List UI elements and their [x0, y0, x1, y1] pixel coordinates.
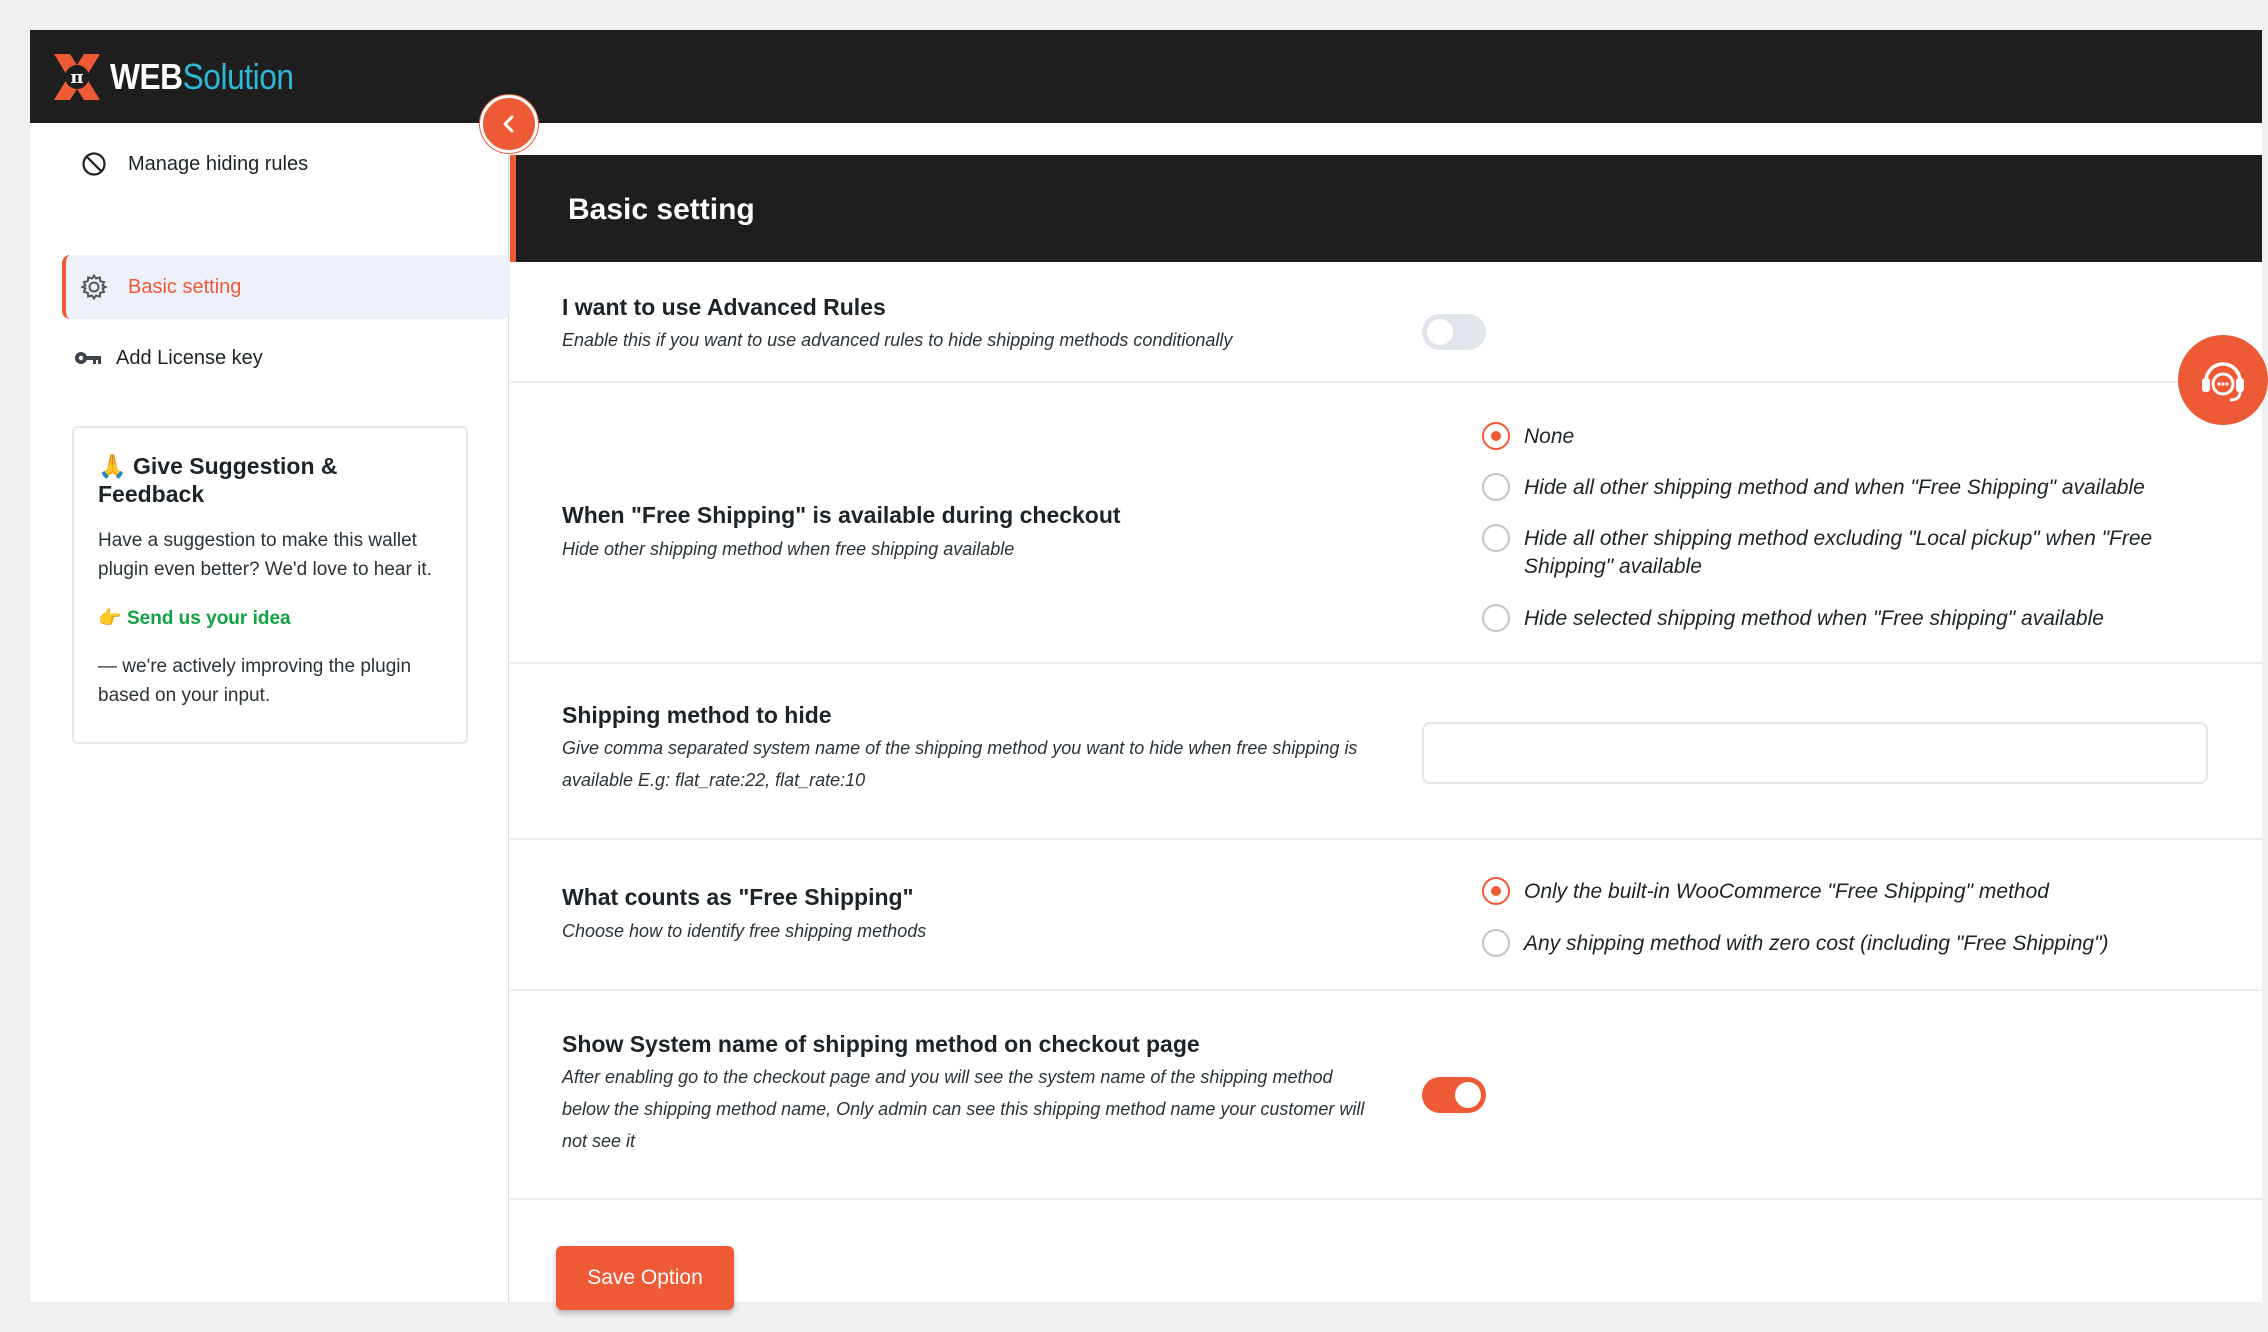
- toggle-knob: [1455, 1082, 1481, 1108]
- sidebar-item-manage-hiding-rules[interactable]: Manage hiding rules: [62, 132, 510, 196]
- radio-label: Only the built-in WooCommerce "Free Ship…: [1524, 880, 2049, 903]
- radio-button[interactable]: [1482, 604, 1510, 632]
- setting-description: Enable this if you want to use advanced …: [562, 330, 1233, 350]
- sidebar-item-label: Add License key: [116, 346, 263, 369]
- sidebar: Manage hiding rules Basic setting Add Li…: [30, 123, 510, 1302]
- pointing-hand-icon: 👉: [98, 608, 122, 629]
- setting-row-counts-as-free: What counts as "Free Shipping" Choose ho…: [510, 840, 2262, 991]
- radio-label: Hide all other shipping method and when …: [1524, 476, 2145, 499]
- show-system-name-toggle[interactable]: [1422, 1077, 1486, 1113]
- brand-web: WEB: [110, 56, 183, 97]
- feedback-text: Have a suggestion to make this wallet pl…: [98, 530, 432, 580]
- radio-label: Hide all other shipping method excluding…: [1524, 527, 2153, 578]
- brand-wordmark: WEBSolution: [110, 56, 294, 98]
- setting-title: I want to use Advanced Rules: [562, 294, 886, 320]
- toggle-knob: [1427, 319, 1453, 345]
- pi-logo-icon: π: [54, 54, 100, 100]
- save-option-button[interactable]: Save Option: [556, 1246, 734, 1310]
- feedback-title-text: Give Suggestion & Feedback: [98, 453, 338, 507]
- support-chat-button[interactable]: [2178, 335, 2268, 425]
- app-window: π WEBSolution Manage hiding rules Basic …: [30, 30, 2268, 1310]
- setting-title: What counts as "Free Shipping": [562, 884, 914, 910]
- radio-label: Any shipping method with zero cost (incl…: [1524, 932, 2109, 955]
- key-icon: [74, 344, 102, 372]
- feedback-footer: — we're actively improving the plugin ba…: [98, 656, 412, 706]
- radio-button[interactable]: [1482, 877, 1510, 905]
- send-idea-link[interactable]: 👉 Send us your idea: [98, 606, 442, 630]
- sidebar-item-label: Basic setting: [128, 275, 242, 298]
- top-header-bar: π WEBSolution: [30, 30, 2262, 123]
- setting-row-free-shipping: When "Free Shipping" is available during…: [510, 383, 2262, 664]
- radio-option-hide-all-excluding-local-pickup[interactable]: Hide all other shipping method excluding…: [1482, 524, 2222, 581]
- sidebar-item-basic-setting[interactable]: Basic setting: [62, 255, 510, 319]
- chevron-left-icon: [503, 115, 514, 133]
- radio-option-builtin-free-shipping[interactable]: Only the built-in WooCommerce "Free Ship…: [1482, 877, 2222, 906]
- setting-description: Hide other shipping method when free shi…: [562, 539, 1015, 559]
- setting-title: When "Free Shipping" is available during…: [562, 502, 1121, 528]
- radio-option-zero-cost[interactable]: Any shipping method with zero cost (incl…: [1482, 929, 2222, 958]
- collapse-sidebar-button[interactable]: [480, 95, 538, 153]
- advanced-rules-toggle[interactable]: [1422, 314, 1486, 350]
- setting-description: Give comma separated system name of the …: [562, 738, 1358, 790]
- setting-row-method-to-hide: Shipping method to hide Give comma separ…: [510, 664, 2262, 840]
- setting-description: Choose how to identify free shipping met…: [562, 921, 927, 941]
- radio-label: None: [1524, 425, 1575, 448]
- send-idea-label: Send us your idea: [126, 608, 291, 629]
- page-header: Basic setting: [510, 155, 2262, 262]
- sidebar-item-add-license-key[interactable]: Add License key: [62, 326, 510, 390]
- feedback-title: 🙏 Give Suggestion & Feedback: [98, 452, 442, 508]
- setting-description: After enabling go to the checkout page a…: [562, 1067, 1365, 1151]
- radio-option-hide-selected[interactable]: Hide selected shipping method when "Free…: [1482, 604, 2222, 633]
- radio-option-hide-all[interactable]: Hide all other shipping method and when …: [1482, 473, 2222, 502]
- shipping-method-to-hide-input[interactable]: [1422, 722, 2208, 784]
- radio-button[interactable]: [1482, 524, 1510, 552]
- setting-title: Show System name of shipping method on c…: [562, 1031, 1200, 1057]
- setting-title: Shipping method to hide: [562, 702, 832, 728]
- radio-button[interactable]: [1482, 473, 1510, 501]
- page-title: Basic setting: [568, 193, 755, 226]
- feedback-card: 🙏 Give Suggestion & Feedback Have a sugg…: [72, 426, 468, 744]
- radio-option-none[interactable]: None: [1482, 422, 2222, 451]
- setting-row-advanced-rules: I want to use Advanced Rules Enable this…: [510, 262, 2262, 383]
- svg-text:π: π: [70, 67, 83, 88]
- pray-emoji-icon: 🙏: [98, 453, 127, 479]
- gear-icon: [80, 273, 108, 301]
- headset-chat-icon: [2202, 362, 2244, 402]
- setting-row-show-system-name: Show System name of shipping method on c…: [510, 991, 2262, 1200]
- radio-label: Hide selected shipping method when "Free…: [1524, 607, 2104, 630]
- prohibited-icon: [80, 150, 108, 178]
- brand-logo: π WEBSolution: [48, 48, 319, 106]
- main-content: Basic setting I want to use Advanced Rul…: [510, 123, 2262, 1310]
- radio-button[interactable]: [1482, 929, 1510, 957]
- radio-button[interactable]: [1482, 422, 1510, 450]
- sidebar-item-label: Manage hiding rules: [128, 152, 309, 175]
- brand-solution: Solution: [182, 56, 294, 97]
